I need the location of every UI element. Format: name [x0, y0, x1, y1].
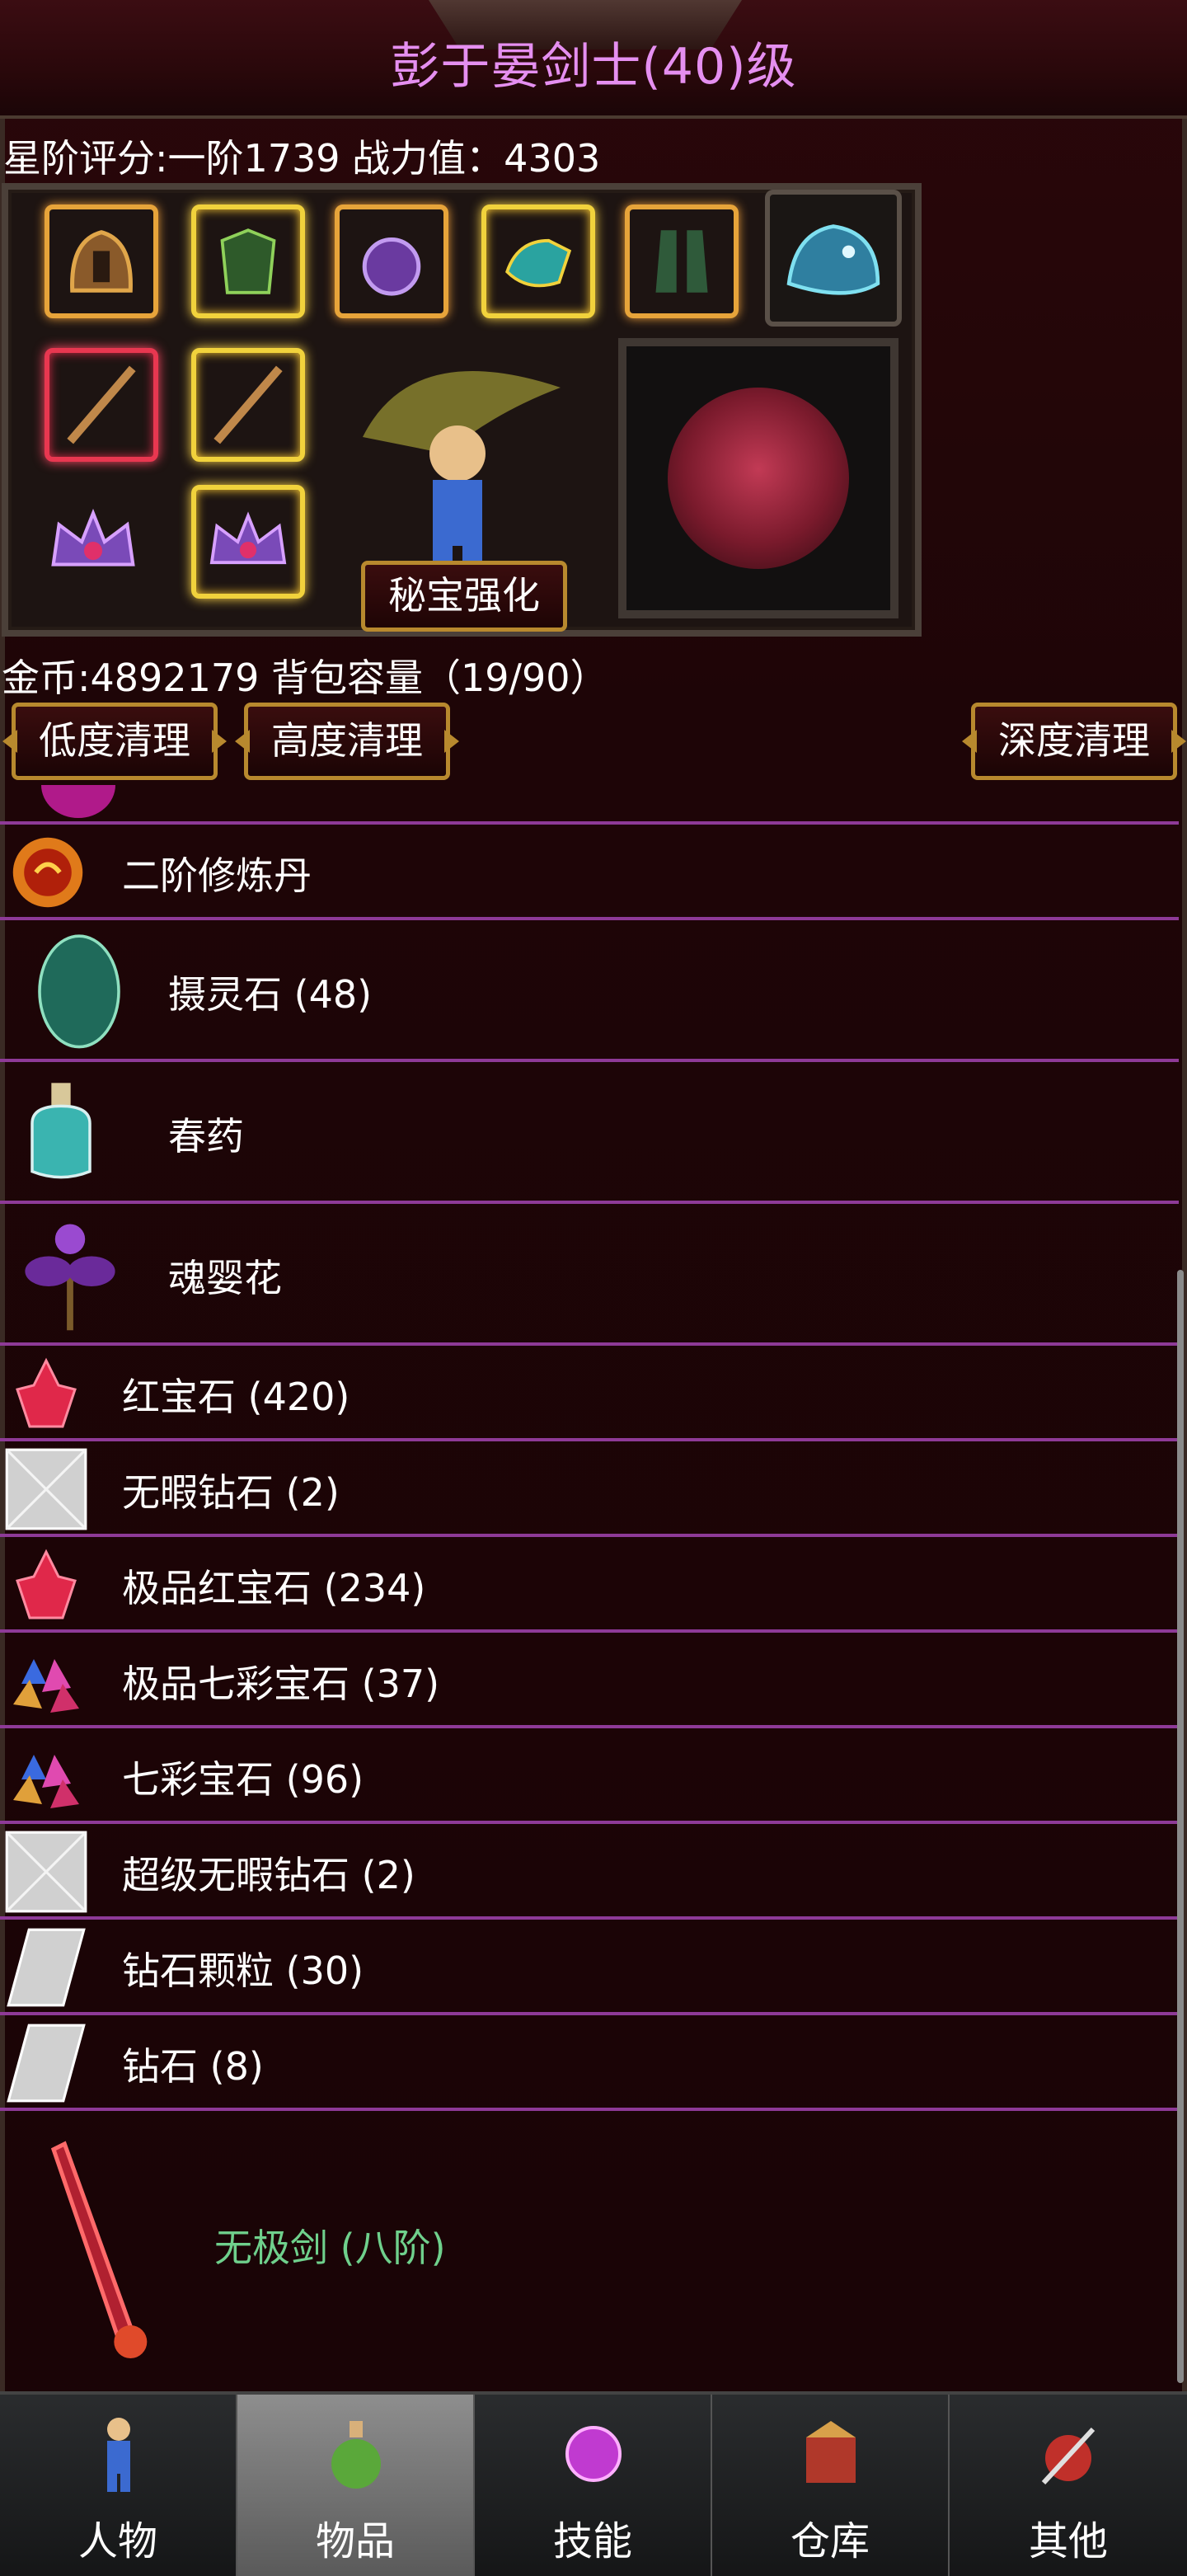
- potion-bottle-icon: [30, 1083, 91, 1179]
- list-item[interactable]: 红宝石 (420): [0, 1346, 1179, 1441]
- armor-slot[interactable]: [191, 204, 305, 318]
- inventory-list[interactable]: 二阶修炼丹 摄灵石 (48) 春药 魂婴花 红宝石 (420) 无暇钻石 (2)…: [0, 785, 1179, 2393]
- list-item[interactable]: 极品七彩宝石 (37): [0, 1633, 1179, 1728]
- list-item[interactable]: 超级无暇钻石 (2): [0, 1824, 1179, 1920]
- list-item[interactable]: 摄灵石 (48): [0, 920, 1179, 1062]
- helmet-slot[interactable]: [45, 204, 158, 318]
- title-bar: 彭于晏剑士(40)级: [0, 0, 1187, 119]
- warehouse-icon: [806, 2421, 856, 2483]
- treasure-enhance-button[interactable]: 秘宝强化: [361, 561, 567, 632]
- tiger-mount-icon: [668, 388, 849, 569]
- list-item[interactable]: 魂婴花: [0, 1204, 1179, 1346]
- tab-items[interactable]: 物品: [237, 2395, 475, 2576]
- ring-slot-2[interactable]: [191, 485, 305, 599]
- mount-slot[interactable]: [618, 338, 898, 618]
- high-clean-button[interactable]: 高度清理: [244, 703, 450, 780]
- sword-icon: [213, 365, 283, 444]
- potion-icon: [331, 2421, 381, 2489]
- sword-icon: [50, 2141, 148, 2358]
- gold-and-capacity: 金币:4892179 背包容量（19/90）: [2, 656, 608, 700]
- star-rating-power: 星阶评分:一阶1739 战力值：4303: [3, 136, 601, 181]
- pet-slot[interactable]: [765, 190, 902, 327]
- boots-slot[interactable]: [625, 204, 739, 318]
- list-item[interactable]: 极品红宝石 (234): [0, 1537, 1179, 1633]
- character-title: 彭于晏剑士(40)级: [390, 38, 797, 96]
- ruby-icon: [16, 1357, 77, 1428]
- list-item-partial[interactable]: [0, 785, 1179, 825]
- other-icon: [1041, 2427, 1096, 2485]
- diamond-shard-icon: [7, 2024, 86, 2103]
- tab-character[interactable]: 人物: [0, 2395, 237, 2576]
- tab-skills[interactable]: 技能: [475, 2395, 712, 2576]
- list-item[interactable]: 春药: [0, 1062, 1179, 1204]
- low-clean-button[interactable]: 低度清理: [12, 703, 218, 780]
- tab-other[interactable]: 其他: [950, 2395, 1187, 2576]
- skill-orb-icon: [565, 2426, 622, 2482]
- list-item[interactable]: 钻石颗粒 (30): [0, 1920, 1179, 2015]
- list-item[interactable]: 无暇钻石 (2): [0, 1441, 1179, 1537]
- weapon-slot-1[interactable]: [45, 348, 158, 462]
- list-item[interactable]: 无极剑 (八阶): [0, 2111, 1179, 2393]
- spirit-stone-icon: [38, 934, 120, 1049]
- armor-icon: [220, 228, 276, 294]
- tab-warehouse[interactable]: 仓库: [712, 2395, 950, 2576]
- wolf-pet-icon: [786, 224, 880, 295]
- ring-slot-1[interactable]: [36, 485, 150, 599]
- deep-clean-button[interactable]: 深度清理: [971, 703, 1177, 780]
- rainbow-gem-icon: [13, 1659, 79, 1713]
- weapon-slot-2[interactable]: [191, 348, 305, 462]
- character-icon: [107, 2418, 130, 2492]
- pill-icon: [12, 837, 83, 908]
- diamond-icon: [5, 1831, 87, 1913]
- helmet-icon: [70, 230, 133, 293]
- diamond-shard-icon: [7, 1928, 86, 2007]
- ruby-icon: [16, 1549, 77, 1619]
- list-item[interactable]: 二阶修炼丹: [0, 825, 1179, 920]
- bottom-tab-bar: 人物 物品 技能 仓库 其他: [0, 2391, 1187, 2576]
- sword-icon: [67, 365, 136, 444]
- list-item[interactable]: 七彩宝石 (96): [0, 1728, 1179, 1824]
- potion-icon: [41, 785, 115, 818]
- rainbow-gem-icon: [13, 1755, 79, 1808]
- diamond-icon: [5, 1448, 87, 1530]
- list-scrollbar[interactable]: [1177, 1270, 1184, 2383]
- crown-icon: [51, 508, 135, 566]
- boots-icon: [655, 230, 708, 293]
- list-item[interactable]: 钻石 (8): [0, 2015, 1179, 2111]
- soul-flower-icon: [25, 1224, 115, 1331]
- crown-icon: [209, 511, 287, 565]
